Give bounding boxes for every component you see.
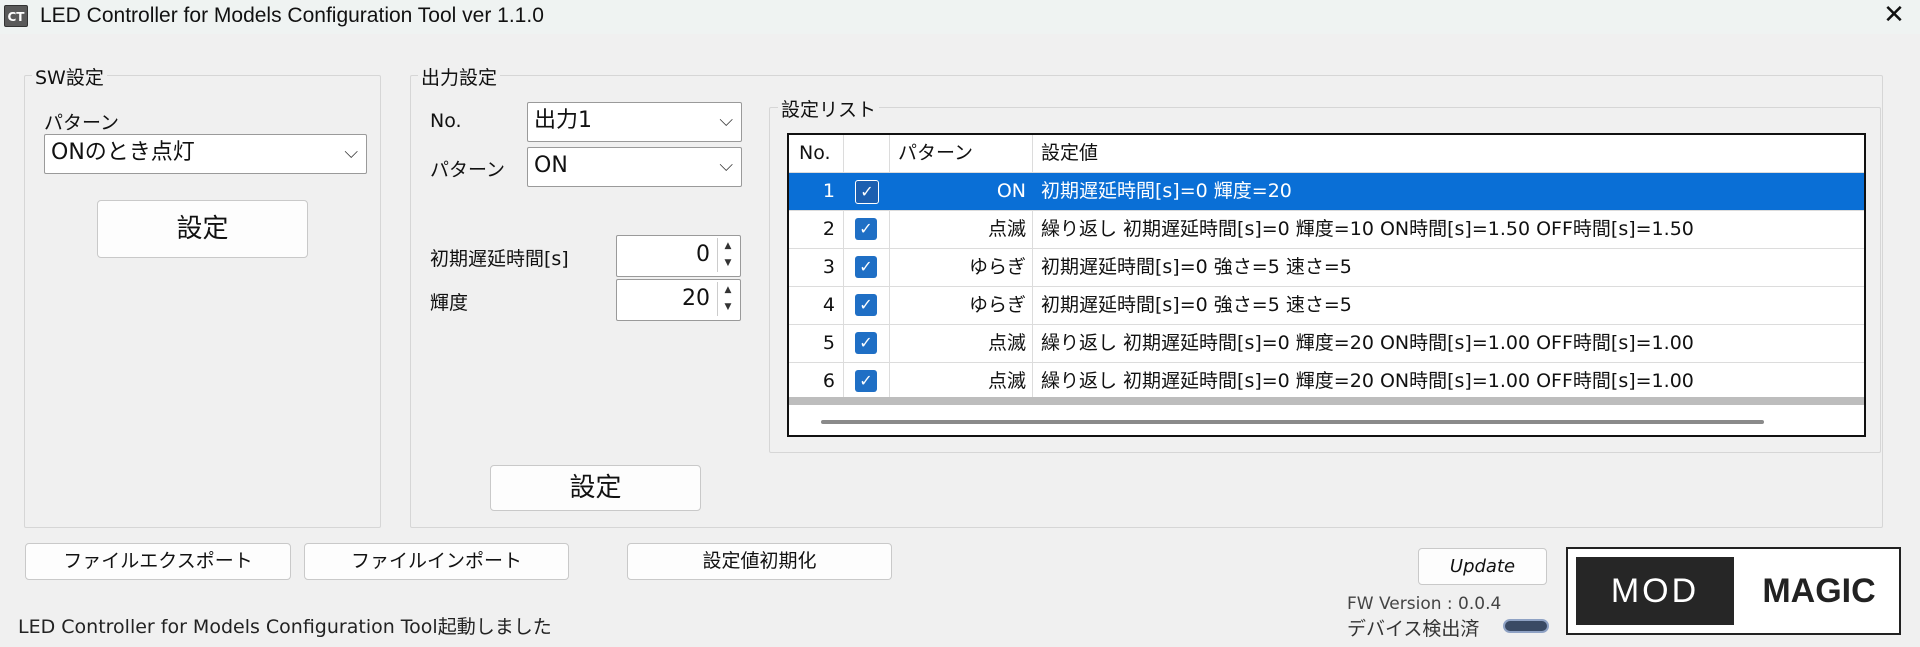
table-row[interactable]: 5 ✓ 点滅 繰り返し 初期遅延時間[s]=0 輝度=20 ON時間[s]=1.…: [789, 325, 1864, 363]
update-button[interactable]: Update: [1418, 548, 1547, 585]
output-pattern-select[interactable]: ON ⌵: [527, 147, 742, 187]
sw-pattern-value: ONのとき点灯: [51, 140, 195, 165]
chevron-down-icon: ⌵: [719, 155, 733, 176]
app-icon: CT: [4, 5, 28, 27]
row-pattern: ゆらぎ: [890, 249, 1033, 286]
row-no: 3: [789, 249, 844, 286]
row-value: 初期遅延時間[s]=0 強さ=5 速さ=5: [1041, 294, 1352, 316]
output-no-select[interactable]: 出力1 ⌵: [527, 102, 742, 142]
row-value: 初期遅延時間[s]=0 強さ=5 速さ=5: [1041, 256, 1352, 278]
table-header: No. パターン 設定値: [789, 135, 1864, 173]
horizontal-scrollbar[interactable]: [821, 420, 1764, 424]
row-value: 繰り返し 初期遅延時間[s]=0 輝度=20 ON時間[s]=1.00 OFF時…: [1041, 370, 1694, 392]
sw-set-button[interactable]: 設定: [97, 200, 308, 258]
window-title: LED Controller for Models Configuration …: [40, 4, 544, 27]
sw-pattern-select[interactable]: ONのとき点灯 ⌵: [44, 134, 367, 174]
output-set-button[interactable]: 設定: [490, 465, 701, 511]
column-header-pattern[interactable]: パターン: [890, 135, 1033, 172]
file-import-button[interactable]: ファイルインポート: [304, 543, 569, 580]
row-check-cell: ✓: [844, 173, 890, 210]
row-check-cell: ✓: [844, 325, 890, 362]
checkbox[interactable]: ✓: [855, 332, 877, 354]
table-row[interactable]: 3 ✓ ゆらぎ 初期遅延時間[s]=0 強さ=5 速さ=5: [789, 249, 1864, 287]
checkbox[interactable]: ✓: [855, 218, 877, 240]
row-no: 2: [789, 211, 844, 248]
output-no-label: No.: [430, 110, 462, 132]
table-row-separator: [789, 397, 1864, 405]
row-pattern: 点滅: [890, 363, 1033, 400]
table-row[interactable]: 1 ✓ ON 初期遅延時間[s]=0 輝度=20: [789, 173, 1864, 211]
delay-value: 0: [696, 242, 710, 267]
row-no: 5: [789, 325, 844, 362]
settings-list-label: 設定リスト: [778, 95, 880, 122]
checkbox[interactable]: ✓: [855, 180, 879, 204]
row-pattern: 点滅: [890, 211, 1033, 248]
logo-magic: MAGIC: [1762, 572, 1876, 610]
file-export-button[interactable]: ファイルエクスポート: [25, 543, 291, 580]
chevron-down-icon: ⌵: [719, 110, 733, 131]
sw-pattern-label: パターン: [44, 112, 120, 134]
spin-arrows-icon[interactable]: ▲ ▼: [717, 282, 738, 316]
device-indicator-icon: [1503, 619, 1549, 633]
output-pattern-value: ON: [534, 153, 568, 178]
delay-label: 初期遅延時間[s]: [430, 248, 569, 270]
checkbox[interactable]: ✓: [855, 256, 877, 278]
reset-settings-button[interactable]: 設定値初期化: [627, 543, 892, 580]
output-settings-label: 出力設定: [418, 63, 501, 90]
delay-spinner[interactable]: 0 ▲ ▼: [616, 235, 741, 277]
device-status: デバイス検出済: [1347, 618, 1480, 640]
table-row[interactable]: 4 ✓ ゆらぎ 初期遅延時間[s]=0 強さ=5 速さ=5: [789, 287, 1864, 325]
checkbox[interactable]: ✓: [855, 294, 877, 316]
row-value: 繰り返し 初期遅延時間[s]=0 輝度=10 ON時間[s]=1.50 OFF時…: [1041, 218, 1694, 240]
row-value: 初期遅延時間[s]=0 輝度=20: [1041, 180, 1292, 202]
table-row[interactable]: 2 ✓ 点滅 繰り返し 初期遅延時間[s]=0 輝度=10 ON時間[s]=1.…: [789, 211, 1864, 249]
row-check-cell: ✓: [844, 287, 890, 324]
settings-table[interactable]: No. パターン 設定値 1 ✓ ON 初期遅延時間[s]=0 輝度=20 2 …: [787, 133, 1866, 437]
row-no: 1: [789, 173, 844, 210]
fw-version: FW Version : 0.0.4: [1347, 594, 1502, 614]
row-pattern: ON: [890, 173, 1033, 210]
close-icon[interactable]: ✕: [1874, 0, 1914, 32]
brightness-spinner[interactable]: 20 ▲ ▼: [616, 279, 741, 321]
table-row[interactable]: 6 ✓ 点滅 繰り返し 初期遅延時間[s]=0 輝度=20 ON時間[s]=1.…: [789, 363, 1864, 401]
checkbox[interactable]: ✓: [855, 370, 877, 392]
status-text: LED Controller for Models Configuration …: [18, 616, 552, 638]
logo-mod: MOD: [1576, 557, 1734, 625]
column-header-check[interactable]: [844, 135, 890, 172]
row-pattern: 点滅: [890, 325, 1033, 362]
column-header-value[interactable]: 設定値: [1033, 135, 1864, 172]
row-pattern: ゆらぎ: [890, 287, 1033, 324]
row-check-cell: ✓: [844, 249, 890, 286]
chevron-down-icon: ⌵: [344, 142, 358, 163]
row-check-cell: ✓: [844, 211, 890, 248]
output-pattern-label: パターン: [430, 159, 506, 181]
row-value: 繰り返し 初期遅延時間[s]=0 輝度=20 ON時間[s]=1.00 OFF時…: [1041, 332, 1694, 354]
column-header-no[interactable]: No.: [789, 135, 844, 172]
row-no: 4: [789, 287, 844, 324]
output-no-value: 出力1: [534, 108, 592, 133]
spin-arrows-icon[interactable]: ▲ ▼: [717, 238, 738, 272]
brightness-label: 輝度: [430, 292, 469, 314]
sw-settings-label: SW設定: [32, 63, 107, 90]
row-no: 6: [789, 363, 844, 400]
row-check-cell: ✓: [844, 363, 890, 400]
title-bar: CT LED Controller for Models Configurati…: [0, 0, 1920, 34]
brightness-value: 20: [682, 286, 710, 311]
logo: MOD MAGIC: [1566, 547, 1901, 635]
